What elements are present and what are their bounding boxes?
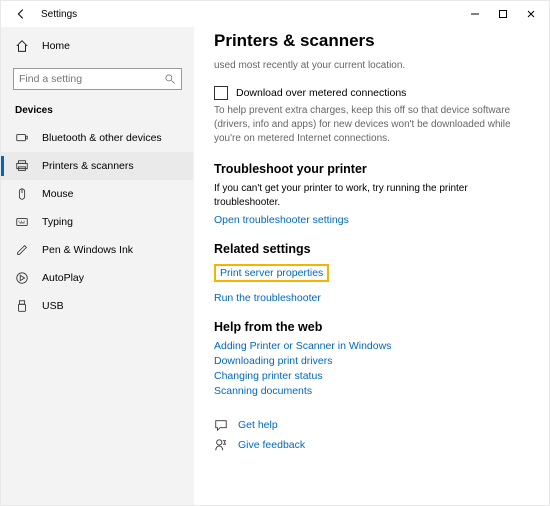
autoplay-icon: [15, 271, 29, 285]
search-box[interactable]: [13, 68, 182, 90]
sidebar-item-mouse[interactable]: Mouse: [1, 180, 193, 208]
bluetooth-icon: [15, 131, 29, 145]
page-title: Printers & scanners: [214, 31, 529, 51]
metered-checkbox-label: Download over metered connections: [236, 87, 406, 99]
sidebar-item-typing[interactable]: Typing: [1, 208, 193, 236]
home-icon: [15, 39, 29, 53]
devices-section-label: Devices: [1, 102, 193, 124]
feedback-icon: [214, 438, 228, 452]
print-server-properties-highlight: Print server properties: [214, 264, 329, 282]
sidebar-item-label: USB: [42, 300, 64, 312]
sidebar-item-label: Printers & scanners: [42, 160, 134, 172]
webhelp-link-download-drivers[interactable]: Downloading print drivers: [214, 355, 529, 367]
related-settings-heading: Related settings: [214, 242, 529, 256]
printer-icon: [15, 159, 29, 173]
search-input[interactable]: [19, 73, 164, 85]
pen-icon: [15, 243, 29, 257]
troubleshoot-help-text: If you can't get your printer to work, t…: [214, 182, 529, 210]
home-button[interactable]: Home: [1, 33, 193, 59]
sidebar-item-label: Bluetooth & other devices: [42, 132, 162, 144]
sidebar-item-label: Mouse: [42, 188, 74, 200]
home-label: Home: [42, 40, 70, 52]
metered-checkbox-row[interactable]: Download over metered connections: [214, 86, 529, 100]
print-server-properties-link[interactable]: Print server properties: [220, 267, 323, 279]
titlebar: Settings: [1, 1, 549, 27]
sidebar-item-autoplay[interactable]: AutoPlay: [1, 264, 193, 292]
back-button[interactable]: [12, 5, 30, 23]
sidebar-item-usb[interactable]: USB: [1, 292, 193, 320]
sidebar-item-printers[interactable]: Printers & scanners: [1, 152, 193, 180]
get-help-row[interactable]: Get help: [214, 418, 529, 432]
close-button[interactable]: [517, 3, 545, 25]
settings-window: Settings Home Devices: [0, 0, 550, 506]
chat-icon: [214, 418, 228, 432]
give-feedback-label: Give feedback: [238, 439, 305, 451]
webhelp-link-changing-status[interactable]: Changing printer status: [214, 370, 529, 382]
sidebar-item-pen[interactable]: Pen & Windows Ink: [1, 236, 193, 264]
give-feedback-row[interactable]: Give feedback: [214, 438, 529, 452]
troubleshoot-heading: Troubleshoot your printer: [214, 162, 529, 176]
sidebar-item-label: Pen & Windows Ink: [42, 244, 133, 256]
sidebar-item-label: Typing: [42, 216, 73, 228]
mouse-icon: [15, 187, 29, 201]
sidebar-item-bluetooth[interactable]: Bluetooth & other devices: [1, 124, 193, 152]
window-title: Settings: [41, 9, 77, 20]
get-help-label: Get help: [238, 419, 278, 431]
keyboard-icon: [15, 215, 29, 229]
metered-help-text: To help prevent extra charges, keep this…: [214, 104, 529, 146]
maximize-button[interactable]: [489, 3, 517, 25]
run-troubleshooter-link[interactable]: Run the troubleshooter: [214, 292, 529, 304]
search-icon: [164, 73, 176, 85]
webhelp-link-scanning[interactable]: Scanning documents: [214, 385, 529, 397]
open-troubleshooter-link[interactable]: Open troubleshooter settings: [214, 214, 529, 226]
sidebar-nav: Bluetooth & other devices Printers & sca…: [1, 124, 193, 320]
minimize-button[interactable]: [461, 3, 489, 25]
usb-icon: [15, 299, 29, 313]
sidebar: Home Devices Bluetooth & other devices P…: [1, 27, 194, 505]
webhelp-link-adding-printer[interactable]: Adding Printer or Scanner in Windows: [214, 340, 529, 352]
sidebar-item-label: AutoPlay: [42, 272, 84, 284]
help-from-web-heading: Help from the web: [214, 320, 529, 334]
intro-remnant-text: used most recently at your current locat…: [214, 59, 529, 72]
checkbox-icon[interactable]: [214, 86, 228, 100]
content-pane: Printers & scanners used most recently a…: [194, 27, 549, 505]
